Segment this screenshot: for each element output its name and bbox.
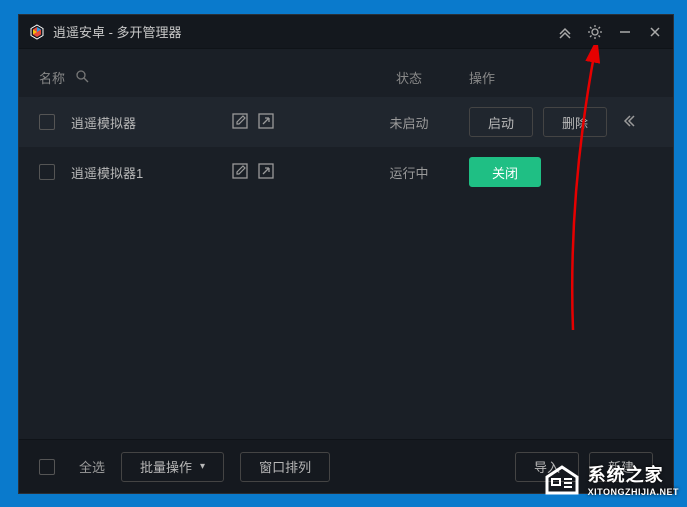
search-icon[interactable] (75, 69, 89, 86)
close-instance-button[interactable]: 关闭 (469, 157, 541, 187)
arrange-windows-button[interactable]: 窗口排列 (240, 452, 330, 482)
edit-icon[interactable] (231, 162, 249, 183)
minimize-icon[interactable] (617, 24, 633, 40)
app-logo-icon (29, 24, 45, 40)
row-checkbox[interactable] (39, 114, 55, 130)
status-text: 未启动 (389, 116, 428, 131)
chevron-down-icon: ▾ (200, 461, 205, 472)
export-icon[interactable] (257, 162, 275, 183)
close-icon[interactable] (647, 24, 663, 40)
column-status-label: 状态 (359, 68, 459, 87)
main-window: 逍遥安卓 - 多开管理器 名称 状态 操作 逍遥模拟器 (18, 14, 674, 494)
start-button[interactable]: 启动 (469, 107, 533, 137)
status-text: 运行中 (389, 166, 428, 181)
select-all-label: 全选 (79, 457, 105, 476)
column-name-label: 名称 (39, 68, 65, 87)
instance-name: 逍遥模拟器1 (71, 163, 231, 182)
edit-icon[interactable] (231, 112, 249, 133)
watermark-logo-icon (542, 459, 582, 499)
settings-icon[interactable] (587, 24, 603, 40)
titlebar: 逍遥安卓 - 多开管理器 (19, 15, 673, 49)
expand-left-icon[interactable] (621, 114, 635, 131)
watermark-en: XITONGZHIJIA.NET (588, 487, 679, 497)
watermark-cn: 系统之家 (588, 461, 679, 487)
table-row: 逍遥模拟器1 运行中 关闭 (19, 147, 673, 197)
delete-button[interactable]: 删除 (543, 107, 607, 137)
export-icon[interactable] (257, 112, 275, 133)
titlebar-controls (557, 24, 663, 40)
column-headers: 名称 状态 操作 (19, 57, 673, 97)
window-title: 逍遥安卓 - 多开管理器 (53, 22, 557, 41)
column-action-label: 操作 (459, 68, 653, 87)
watermark: 系统之家 XITONGZHIJIA.NET (542, 459, 679, 499)
instance-name: 逍遥模拟器 (71, 113, 231, 132)
batch-action-button[interactable]: 批量操作 ▾ (121, 452, 224, 482)
row-checkbox[interactable] (39, 164, 55, 180)
batch-label: 批量操作 (140, 457, 192, 476)
table-row: 逍遥模拟器 未启动 启动 删除 (19, 97, 673, 147)
collapse-up-icon[interactable] (557, 24, 573, 40)
select-all-checkbox[interactable] (39, 459, 55, 475)
